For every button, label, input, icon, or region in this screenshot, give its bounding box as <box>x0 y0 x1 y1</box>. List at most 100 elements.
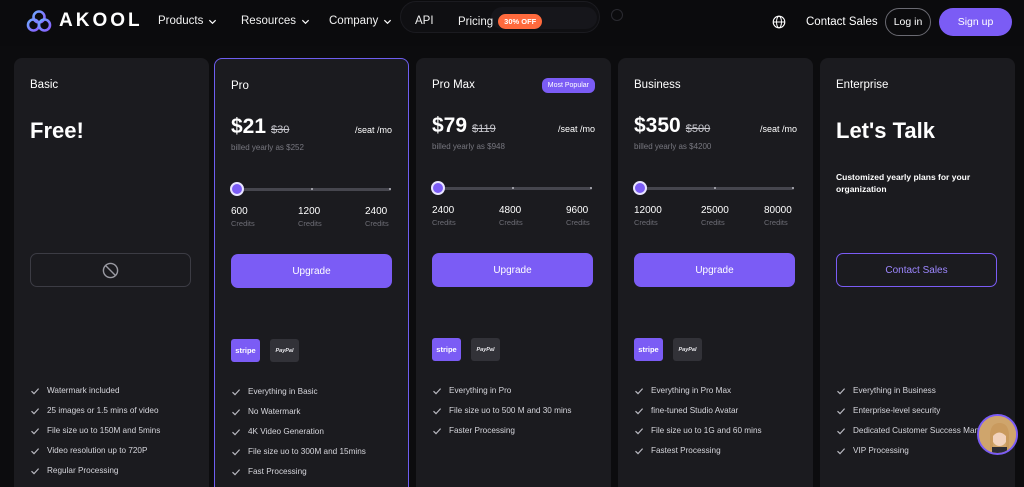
nav-pricing[interactable]: Pricing 30% OFF <box>458 14 543 29</box>
check-icon <box>232 469 241 476</box>
credit-option[interactable]: 600 Credits <box>231 206 255 228</box>
nav-resources[interactable]: Resources <box>241 15 310 27</box>
price-unit: /seat /mo <box>354 125 392 135</box>
check-icon <box>433 408 442 415</box>
most-popular-badge: Most Popular <box>541 78 595 93</box>
ban-icon <box>102 262 119 278</box>
credit-option[interactable]: 1200 Credits <box>298 206 322 228</box>
feature-item: Everything in Business <box>836 386 1006 396</box>
credit-label: Credits <box>231 219 255 228</box>
signup-button[interactable]: Sign up <box>939 8 1012 36</box>
check-icon <box>31 448 40 455</box>
credit-option[interactable]: 12000 Credits <box>634 205 662 227</box>
check-icon <box>31 428 40 435</box>
plan-card-business: Business $350 $500 /seat /mo billed year… <box>618 58 813 487</box>
contact-sales-button[interactable]: Contact Sales <box>836 253 997 287</box>
slider-knob[interactable] <box>431 181 445 195</box>
credit-option[interactable]: 80000 Credits <box>764 205 792 227</box>
check-icon <box>837 428 846 435</box>
nav-resources-label: Resources <box>241 15 296 27</box>
plan-description: Customized yearly plans for your organiz… <box>836 172 971 194</box>
credit-label: Credits <box>499 218 523 227</box>
feature-text: VIP Processing <box>853 446 909 455</box>
feature-text: fine-tuned Studio Avatar <box>651 406 739 415</box>
feature-item: Enterprise-level security <box>836 406 1006 416</box>
credits-slider[interactable] <box>633 181 796 195</box>
paypal-logo: PayPal <box>270 339 299 362</box>
credit-option[interactable]: 2400 Credits <box>432 205 456 227</box>
support-chat-avatar[interactable] <box>977 414 1018 455</box>
feature-list: Watermark included 25 images or 1.5 mins… <box>30 386 200 486</box>
feature-item: Faster Processing <box>432 426 602 436</box>
plan-headline: Let's Talk <box>836 118 935 143</box>
nav-company[interactable]: Company <box>329 15 392 27</box>
credit-amount: 4800 <box>499 205 522 216</box>
feature-item: Video resolution up to 720P <box>30 446 200 456</box>
plan-name: Enterprise <box>836 79 889 91</box>
feature-text: Faster Processing <box>449 426 515 435</box>
feature-list: Everything in Pro File size uo to 500 M … <box>432 386 602 446</box>
feature-item: Regular Processing <box>30 466 200 476</box>
feature-text: Video resolution up to 720P <box>47 446 148 455</box>
feature-item: Fastest Processing <box>634 446 804 456</box>
feature-item: Everything in Basic <box>231 387 401 397</box>
login-button[interactable]: Log in <box>885 8 931 36</box>
nav-pricing-label: Pricing <box>458 15 494 28</box>
credit-label: Credits <box>432 218 456 227</box>
credit-amount: 2400 <box>365 206 388 217</box>
paypal-logo: PayPal <box>471 338 500 361</box>
check-icon <box>31 408 40 415</box>
feature-item: fine-tuned Studio Avatar <box>634 406 804 416</box>
price-row: $21 $30 /seat /mo <box>231 115 392 139</box>
check-icon <box>635 388 644 395</box>
plan-name: Pro Max <box>432 79 475 91</box>
nav-api[interactable]: API <box>415 15 434 27</box>
price: $21 <box>231 115 267 138</box>
check-icon <box>837 388 846 395</box>
credits-slider[interactable] <box>431 181 594 195</box>
plan-card-pro-max: Pro Max Most Popular $79 $119 /seat /mo … <box>416 58 611 487</box>
plan-name: Basic <box>30 79 59 91</box>
feature-text: File size uo to 150M and 5mins <box>47 426 161 435</box>
check-icon <box>232 449 241 456</box>
old-price: $30 <box>271 124 290 136</box>
upgrade-button[interactable]: Upgrade <box>432 253 593 287</box>
feature-text: Dedicated Customer Success Manager <box>853 426 996 435</box>
feature-item: Watermark included <box>30 386 200 396</box>
credit-amount: 1200 <box>298 206 321 217</box>
contact-sales-link[interactable]: Contact Sales <box>806 16 878 28</box>
logo[interactable]: AKOOL <box>26 9 143 33</box>
slider-knob[interactable] <box>230 182 244 196</box>
credit-option[interactable]: 2400 Credits <box>365 206 389 228</box>
feature-text: Enterprise-level security <box>853 406 941 415</box>
old-price: $119 <box>472 123 496 135</box>
credit-option[interactable]: 25000 Credits <box>701 205 729 227</box>
feature-item: File size uo to 500 M and 30 mins <box>432 406 602 416</box>
globe-icon[interactable] <box>772 15 786 29</box>
credit-label: Credits <box>365 219 389 228</box>
info-icon <box>611 9 623 21</box>
price-unit: /seat /mo <box>759 124 797 134</box>
check-icon <box>837 408 846 415</box>
upgrade-button[interactable]: Upgrade <box>634 253 795 287</box>
credit-amount: 9600 <box>566 205 589 216</box>
plan-card-pro: Pro $21 $30 /seat /mo billed yearly as $… <box>214 58 409 487</box>
check-icon <box>232 389 241 396</box>
feature-text: File size uo to 500 M and 30 mins <box>449 406 572 415</box>
feature-list: Everything in Pro Max fine-tuned Studio … <box>634 386 804 466</box>
credits-slider[interactable] <box>230 182 393 196</box>
discount-badge: 30% OFF <box>498 14 543 29</box>
chevron-down-icon <box>209 19 217 24</box>
old-price: $500 <box>685 123 711 135</box>
nav-products[interactable]: Products <box>158 15 217 27</box>
slider-knob[interactable] <box>633 181 647 195</box>
credit-option[interactable]: 9600 Credits <box>566 205 590 227</box>
feature-text: File size uo to 300M and 15mins <box>248 447 366 456</box>
credit-label: Credits <box>764 218 788 227</box>
credit-label: Credits <box>298 219 322 228</box>
credit-option[interactable]: 4800 Credits <box>499 205 523 227</box>
feature-item: VIP Processing <box>836 446 1006 456</box>
feature-text: Watermark included <box>47 386 120 395</box>
feature-item: Fast Processing <box>231 467 401 477</box>
upgrade-button[interactable]: Upgrade <box>231 254 392 288</box>
